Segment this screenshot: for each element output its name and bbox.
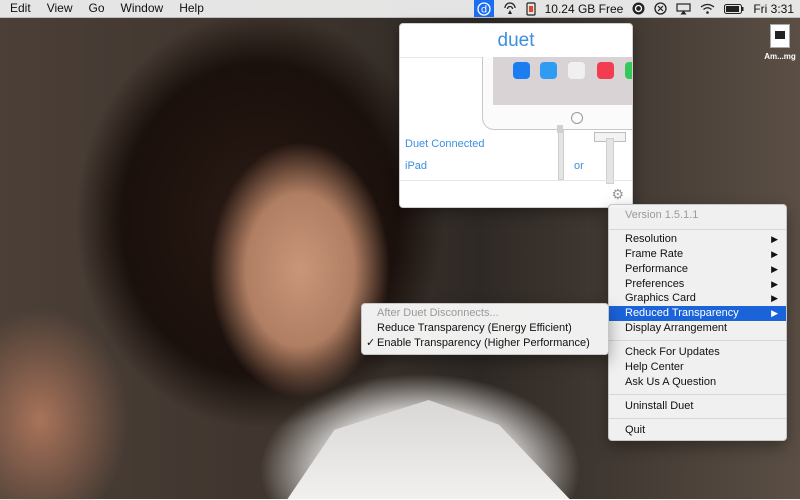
menu-item-label: Preferences (625, 278, 685, 290)
wifi-icon[interactable] (700, 0, 715, 17)
menu-item-label: Performance (625, 263, 688, 275)
submenu-arrow-icon: ▶ (771, 293, 778, 303)
vpn-icon[interactable] (632, 0, 645, 17)
menu-item-ask-question[interactable]: Ask Us A Question (609, 375, 786, 390)
menu-item-help-center[interactable]: Help Center (609, 360, 786, 375)
lightning-cable-icon (557, 125, 564, 180)
menu-item-uninstall[interactable]: Uninstall Duet (609, 399, 786, 414)
menu-item-performance[interactable]: Performance ▶ (609, 262, 786, 277)
duet-settings-menu: Version 1.5.1.1 Resolution ▶ Frame Rate ▶ … (608, 204, 787, 441)
ipad-illustration (482, 57, 632, 130)
desktop-file-label: Am...mg (764, 52, 796, 61)
ipad-screen (493, 57, 632, 105)
menu-bar: Edit View Go Window Help d 10.24 GB Free… (0, 0, 800, 18)
menu-item-label: Graphics Card (625, 292, 696, 304)
submenu-item-enable-transparency[interactable]: ✓ Enable Transparency (Higher Performance… (362, 336, 608, 351)
menu-separator (609, 418, 786, 419)
menu-item-graphics-card[interactable]: Graphics Card ▶ (609, 291, 786, 306)
duet-logo: duet (497, 30, 535, 51)
menu-item-label: Help Center (625, 361, 684, 373)
menu-separator (609, 394, 786, 395)
menu-item-label: Frame Rate (625, 248, 684, 260)
menu-item-check-updates[interactable]: Check For Updates (609, 345, 786, 360)
or-label: or (574, 160, 584, 172)
menu-edit[interactable]: Edit (0, 0, 39, 17)
menu-item-resolution[interactable]: Resolution ▶ (609, 232, 786, 247)
menu-separator (609, 340, 786, 341)
clock-text[interactable]: Fri 3:31 (753, 0, 794, 17)
submenu-item-reduce-transparency[interactable]: Reduce Transparency (Energy Efficient) (362, 321, 608, 336)
transparency-submenu: After Duet Disconnects... Reduce Transpa… (361, 303, 609, 355)
duet-app-icon (568, 62, 585, 79)
menu-view[interactable]: View (39, 0, 81, 17)
duet-menu-icon[interactable]: d (473, 0, 494, 17)
duet-popover: duet Duet Connected iPad or ⚙ (399, 23, 633, 208)
ipad-home-button (571, 112, 583, 124)
memory-icon[interactable] (525, 0, 536, 17)
airdrop-icon[interactable] (503, 0, 517, 17)
menu-help[interactable]: Help (171, 0, 212, 17)
desktop-file[interactable]: Am...mg (762, 24, 798, 61)
airplay-icon[interactable] (676, 0, 691, 17)
status-tray: d 10.24 GB Free Fri 3:31 (473, 0, 794, 17)
thirty-pin-cable-icon (606, 138, 614, 184)
submenu-arrow-icon: ▶ (771, 234, 778, 244)
menu-item-label: Ask Us A Question (625, 376, 717, 388)
wallpaper-hand (0, 300, 150, 500)
menu-window[interactable]: Window (113, 0, 172, 17)
submenu-arrow-icon: ▶ (771, 308, 778, 318)
menu-item-frame-rate[interactable]: Frame Rate ▶ (609, 247, 786, 262)
submenu-arrow-icon: ▶ (771, 264, 778, 274)
menu-item-reduced-transparency[interactable]: Reduced Transparency ▶ (609, 306, 786, 321)
submenu-item-label: Reduce Transparency (Energy Efficient) (377, 322, 572, 334)
submenu-arrow-icon: ▶ (771, 279, 778, 289)
menu-item-preferences[interactable]: Preferences ▶ (609, 277, 786, 292)
menu-item-label: Reduced Transparency (625, 307, 739, 319)
menu-item-label: Resolution (625, 233, 677, 245)
menu-item-label: Uninstall Duet (625, 400, 694, 412)
messages-app-icon (625, 62, 632, 79)
menu-item-display-arrangement[interactable]: Display Arrangement (609, 321, 786, 336)
version-label: Version 1.5.1.1 (625, 209, 699, 221)
connection-status: Duet Connected (405, 138, 485, 150)
gear-icon[interactable]: ⚙ (611, 186, 624, 203)
submenu-header: After Duet Disconnects... (377, 307, 499, 319)
menu-separator (609, 229, 786, 230)
svg-text:d: d (480, 4, 486, 15)
menu-item-label: Display Arrangement (625, 322, 728, 334)
menu-item-label: Quit (625, 424, 646, 436)
disk-free-text[interactable]: 10.24 GB Free (545, 0, 624, 17)
menu-item-label: Check For Updates (625, 346, 720, 358)
submenu-item-label: Enable Transparency (Higher Performance) (377, 337, 590, 349)
sync-icon[interactable] (654, 0, 667, 17)
submenu-arrow-icon: ▶ (771, 249, 778, 259)
music-app-icon (597, 62, 614, 79)
battery-icon[interactable] (724, 0, 744, 17)
file-icon (770, 24, 790, 48)
mail-app-icon (513, 62, 530, 79)
device-name: iPad (405, 160, 428, 172)
menu-item-quit[interactable]: Quit (609, 423, 786, 438)
safari-app-icon (540, 62, 557, 79)
popover-divider-bottom (400, 180, 632, 181)
menu-go[interactable]: Go (80, 0, 112, 17)
checkmark-icon: ✓ (366, 337, 376, 349)
